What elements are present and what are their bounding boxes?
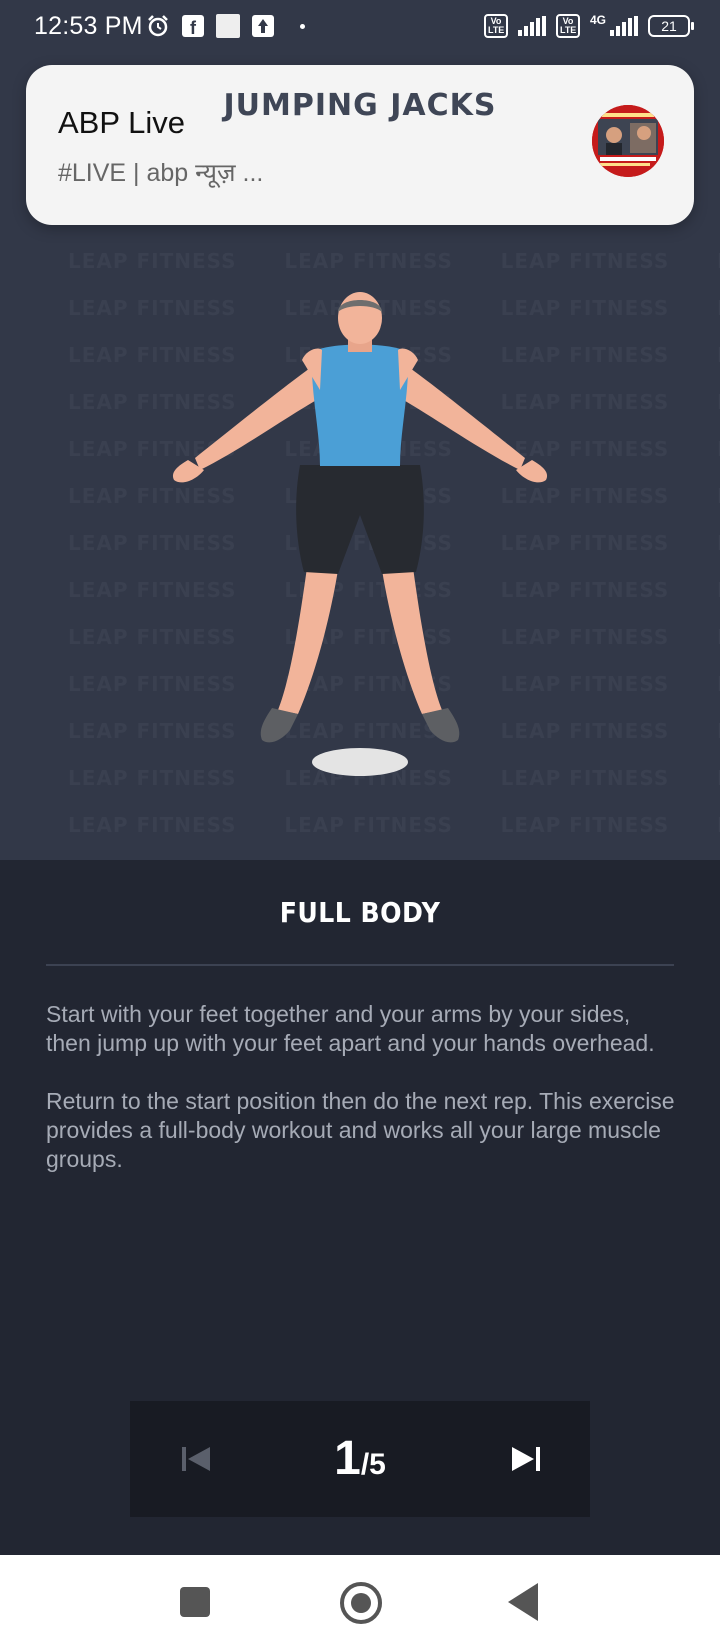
notification-text: #LIVE | abp न्यूज़ ... [58, 159, 264, 187]
network-type: 4G [589, 13, 606, 27]
status-bar: 12:53 PM f Vo LTE Vo LTE 4G 21 [0, 0, 720, 56]
exercise-figure [172, 292, 548, 776]
dot-icon [300, 23, 305, 29]
square-icon [216, 14, 240, 38]
exercise-navigation: 1/5 [130, 1401, 590, 1517]
recent-apps-button[interactable] [180, 1587, 210, 1617]
divider [46, 964, 674, 966]
battery-icon: 21 [648, 15, 694, 37]
alarm-icon [148, 15, 168, 37]
exercise-description: Start with your feet together and your a… [46, 1000, 676, 1203]
volte-icon-2: Vo LTE [555, 14, 580, 38]
exercise-title: JUMPING JACKS [223, 88, 497, 123]
facebook-icon: f [182, 15, 204, 38]
system-navigation-bar [0, 1555, 720, 1650]
upload-icon [252, 15, 274, 37]
status-left-icons: f [146, 14, 305, 38]
section-title: FULL BODY [279, 896, 441, 929]
exercise-preview: LEAP FITNESS LEAP FITNESS LEAP FITNESS L… [0, 0, 720, 860]
description-paragraph: Start with your feet together and your a… [46, 1001, 655, 1056]
status-right-icons: Vo LTE Vo LTE 4G 21 [483, 13, 694, 38]
status-time: 12:53 PM [34, 12, 143, 40]
signal-icon-2 [610, 16, 638, 36]
current-exercise-number: 1 [334, 1432, 361, 1485]
exercise-details: FULL BODY Start with your feet together … [0, 860, 720, 1555]
back-button[interactable] [508, 1583, 538, 1621]
next-exercise-button[interactable] [502, 1435, 550, 1483]
description-paragraph: Return to the start position then do the… [46, 1088, 675, 1172]
signal-icon [517, 16, 546, 36]
total-exercises: /5 [360, 1448, 386, 1481]
home-button[interactable] [340, 1582, 382, 1624]
volte-icon: Vo LTE [483, 14, 508, 38]
